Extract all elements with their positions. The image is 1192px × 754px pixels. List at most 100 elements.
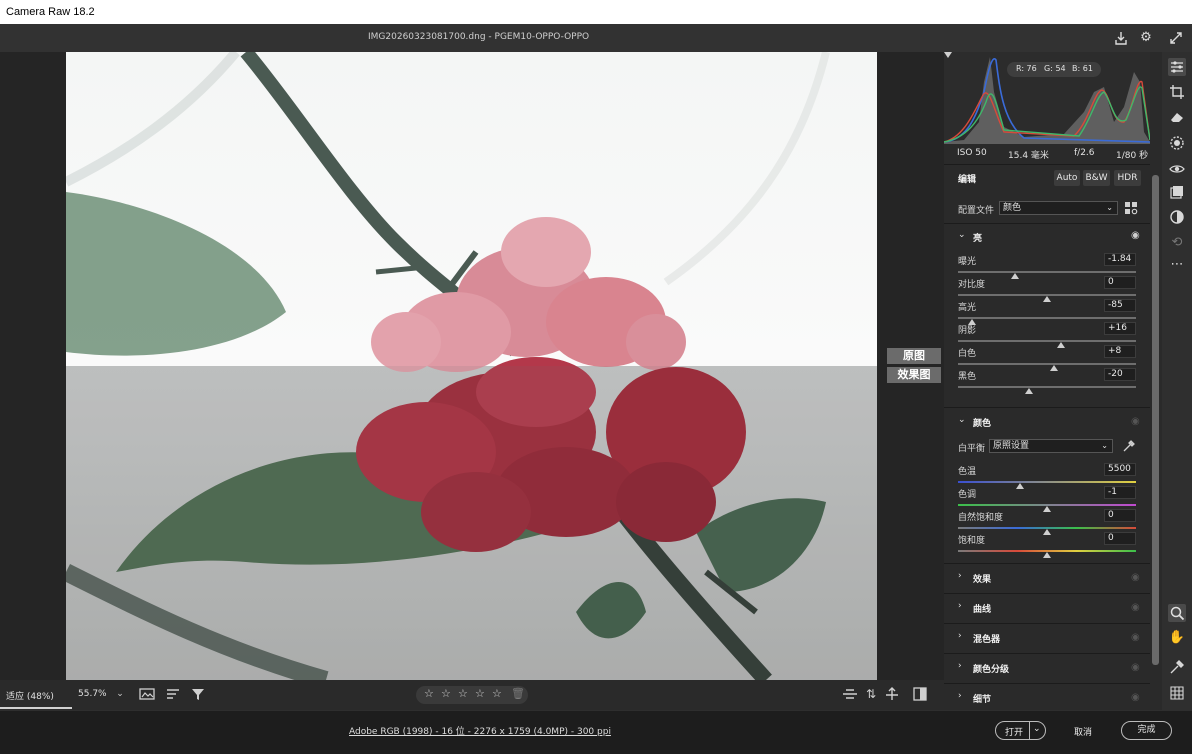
slider-value-input[interactable]: 0 <box>1104 509 1136 522</box>
eye-icon[interactable]: ◉ <box>1131 416 1140 427</box>
chevron-right-icon[interactable]: › <box>958 631 962 641</box>
eye-icon[interactable]: ◉ <box>1131 632 1140 643</box>
slider-label: 自然饱和度 <box>958 513 1004 523</box>
slider-thumb[interactable] <box>1050 365 1058 371</box>
slider-thumb[interactable] <box>1043 529 1051 535</box>
open-button-label: 打开 <box>1005 728 1024 738</box>
masking-icon[interactable] <box>1168 134 1186 152</box>
slider-value-input[interactable]: -20 <box>1104 368 1136 381</box>
eye-icon[interactable]: ◉ <box>1131 692 1140 703</box>
slider-label: 对比度 <box>958 280 986 290</box>
open-button[interactable]: 打开 ⌄ <box>995 721 1046 740</box>
slider-value-input[interactable]: +8 <box>1104 345 1136 358</box>
slider-thumb[interactable] <box>1043 552 1051 558</box>
color-sampler-icon[interactable] <box>1168 658 1186 676</box>
white-balance-value: 原照设置 <box>993 441 1030 451</box>
slider-track[interactable] <box>958 363 1136 365</box>
slider-label: 色调 <box>958 490 977 500</box>
star-icon[interactable]: ☆ <box>492 687 502 700</box>
slider-value-input[interactable]: -85 <box>1104 299 1136 312</box>
readout-g: G: 54 <box>1044 64 1066 73</box>
chevron-down-icon[interactable]: ⌄ <box>1033 724 1041 734</box>
slider-value-input[interactable]: -1 <box>1104 486 1136 499</box>
chevron-down-icon[interactable]: ⌄ <box>112 686 128 702</box>
snapshots-icon[interactable] <box>1168 208 1186 226</box>
cancel-button[interactable]: 取消 <box>1074 725 1092 738</box>
slider-thumb[interactable] <box>1016 483 1024 489</box>
filter-icon[interactable] <box>190 686 206 702</box>
edit-sliders-icon[interactable] <box>1168 58 1186 76</box>
eye-icon[interactable]: ◉ <box>1131 230 1140 241</box>
slider-track[interactable] <box>958 386 1136 388</box>
before-after-icon[interactable] <box>912 686 928 702</box>
chevron-right-icon[interactable]: › <box>958 571 962 581</box>
chevron-right-icon[interactable]: › <box>958 691 962 701</box>
star-icon[interactable]: ☆ <box>458 687 468 700</box>
swap-icon[interactable]: ⇅ <box>863 686 879 702</box>
bw-button[interactable]: B&W <box>1083 170 1110 186</box>
more-icon[interactable]: ⋯ <box>1168 256 1186 274</box>
section-title: 效果 <box>973 575 992 585</box>
zoom-icon[interactable] <box>1168 604 1186 622</box>
slider-thumb[interactable] <box>1057 342 1065 348</box>
presets-icon[interactable] <box>1168 183 1186 201</box>
slider-thumb[interactable] <box>1043 506 1051 512</box>
fullscreen-icon[interactable] <box>1168 30 1184 46</box>
zoom-level-select[interactable]: 55.7% <box>78 689 107 699</box>
compare-split-icon[interactable] <box>842 686 858 702</box>
hdr-button[interactable]: HDR <box>1114 170 1141 186</box>
edit-title: 编辑 <box>958 175 977 185</box>
slider-thumb[interactable] <box>1025 388 1033 394</box>
save-download-icon[interactable] <box>1113 30 1129 46</box>
workflow-options-link[interactable]: Adobe RGB (1998) - 16 位 - 2276 x 1759 (4… <box>349 724 611 737</box>
eye-icon[interactable]: ◉ <box>1131 572 1140 583</box>
slider-track[interactable] <box>958 340 1136 342</box>
copy-settings-icon[interactable] <box>884 686 900 702</box>
section-title: 曲线 <box>973 605 992 615</box>
red-eye-icon[interactable] <box>1168 160 1186 178</box>
eyedropper-icon[interactable] <box>1122 439 1136 456</box>
section-title: 混色器 <box>973 635 1001 645</box>
gear-icon[interactable]: ⚙ <box>1138 30 1154 46</box>
filmstrip-icon[interactable] <box>139 686 155 702</box>
slider-value-input[interactable]: 5500 <box>1104 463 1136 476</box>
slider-value-input[interactable]: +16 <box>1104 322 1136 335</box>
chevron-down-icon[interactable]: ⌄ <box>958 230 966 240</box>
chevron-right-icon[interactable]: › <box>958 661 962 671</box>
white-balance-select[interactable]: 原照设置 ⌄ <box>989 439 1113 453</box>
readout-b: B: 61 <box>1072 64 1093 73</box>
star-icon[interactable]: ☆ <box>441 687 451 700</box>
auto-button[interactable]: Auto <box>1054 170 1080 186</box>
star-icon[interactable]: ☆ <box>424 687 434 700</box>
done-button[interactable]: 完成 <box>1121 721 1172 740</box>
chevron-down-icon[interactable]: ⌄ <box>958 415 966 425</box>
eraser-icon[interactable] <box>1168 108 1186 126</box>
chevron-right-icon[interactable]: › <box>958 601 962 611</box>
trash-icon[interactable]: 🗑 <box>511 687 525 700</box>
slider-value-input[interactable]: 0 <box>1104 532 1136 545</box>
readout-r: R: 76 <box>1016 64 1037 73</box>
section-title: 颜色分级 <box>973 665 1010 675</box>
eye-icon[interactable]: ◉ <box>1131 602 1140 613</box>
profile-select[interactable]: 颜色 ⌄ <box>999 201 1118 215</box>
eye-icon[interactable]: ◉ <box>1131 662 1140 673</box>
grid-overlay-icon[interactable] <box>1168 684 1186 702</box>
hand-icon[interactable]: ✋ <box>1168 629 1186 647</box>
profile-browser-icon[interactable] <box>1124 201 1138 215</box>
zoom-fit-button[interactable]: 适应 (48%) <box>6 689 54 702</box>
slider-track[interactable] <box>958 271 1136 273</box>
exif-iso: ISO 50 <box>957 148 987 158</box>
crop-icon[interactable] <box>1168 83 1186 101</box>
panel-scrollbar-thumb[interactable] <box>1152 175 1159 665</box>
slider-track[interactable] <box>958 317 1136 319</box>
sort-icon[interactable] <box>165 686 181 702</box>
slider-value-input[interactable]: -1.84 <box>1104 253 1136 266</box>
retouch-icon[interactable]: ⟲ <box>1168 234 1186 252</box>
star-icon[interactable]: ☆ <box>475 687 485 700</box>
slider-track[interactable] <box>958 481 1136 483</box>
slider-thumb[interactable] <box>1011 273 1019 279</box>
photo-preview[interactable] <box>66 52 877 680</box>
after-label: 效果图 <box>887 367 941 383</box>
slider-value-input[interactable]: 0 <box>1104 276 1136 289</box>
slider-thumb[interactable] <box>1043 296 1051 302</box>
